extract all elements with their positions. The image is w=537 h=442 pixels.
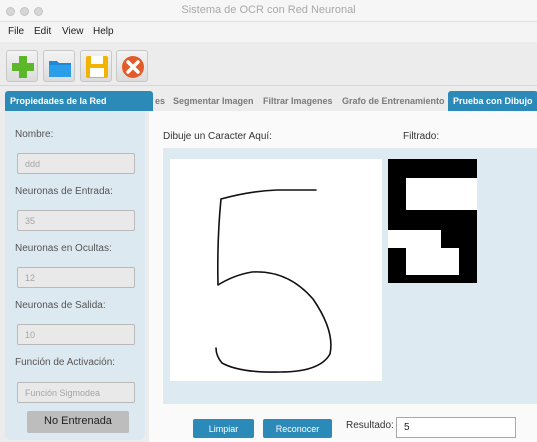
output-neurons-label: Neuronas de Salida:: [15, 300, 106, 311]
toolbar: [0, 46, 537, 86]
input-neurons-field[interactable]: 35: [17, 210, 135, 231]
save-icon: [86, 56, 108, 78]
save-button[interactable]: [80, 50, 112, 82]
tab-segment-image[interactable]: Segmentar Imagen: [173, 91, 254, 111]
hidden-neurons-field[interactable]: 12: [17, 267, 135, 288]
output-neurons-field[interactable]: 10: [17, 324, 135, 345]
menu-edit[interactable]: Edit: [34, 26, 51, 37]
clear-button[interactable]: Limpiar: [193, 419, 254, 438]
title-bar: Sistema de OCR con Red Neuronal: [0, 0, 537, 22]
menu-help[interactable]: Help: [93, 26, 114, 37]
folder-icon: [49, 61, 71, 77]
tab-training-graph[interactable]: Grafo de Entrenamiento: [342, 91, 445, 111]
result-field[interactable]: 5: [396, 417, 516, 438]
menu-view[interactable]: View: [62, 26, 84, 37]
activation-function-field[interactable]: Función Sigmodea: [17, 382, 135, 403]
tab-partial[interactable]: es: [155, 91, 165, 111]
recognize-button[interactable]: Reconocer: [263, 419, 332, 438]
cancel-button[interactable]: [116, 50, 148, 82]
app-window: Sistema de OCR con Red Neuronal File Edi…: [0, 0, 537, 442]
result-label: Resultado:: [346, 420, 394, 431]
open-button[interactable]: [43, 50, 75, 82]
tab-properties[interactable]: Propiedades de la Red: [5, 91, 153, 111]
input-neurons-label: Neuronas de Entrada:: [15, 186, 113, 197]
menu-bar: File Edit View Help: [0, 22, 537, 42]
filtered-bitmap: [388, 159, 477, 283]
new-network-button[interactable]: [6, 50, 38, 82]
filtered-label: Filtrado:: [403, 131, 440, 142]
close-icon: [122, 56, 144, 78]
draw-label: Dibuje un Caracter Aquí:: [163, 131, 272, 142]
tab-filter-images[interactable]: Filtrar Imagenes: [263, 91, 333, 111]
add-icon: [12, 56, 34, 78]
window-title: Sistema de OCR con Red Neuronal: [181, 4, 356, 16]
filtered-preview: [388, 159, 477, 283]
activation-function-label: Función de Activación:: [15, 357, 116, 368]
training-status: No Entrenada: [27, 411, 129, 433]
name-field[interactable]: ddd: [17, 153, 135, 174]
menu-file[interactable]: File: [8, 26, 24, 37]
name-label: Nombre:: [15, 129, 54, 140]
drawing-canvas[interactable]: [170, 159, 382, 381]
network-properties-panel: Nombre: ddd Neuronas de Entrada: 35 Neur…: [5, 111, 145, 440]
hidden-neurons-label: Neuronas en Ocultas:: [15, 243, 112, 254]
tab-drawing-test[interactable]: Prueba con Dibujo: [448, 91, 537, 111]
handwritten-digit-stroke: [215, 189, 332, 373]
